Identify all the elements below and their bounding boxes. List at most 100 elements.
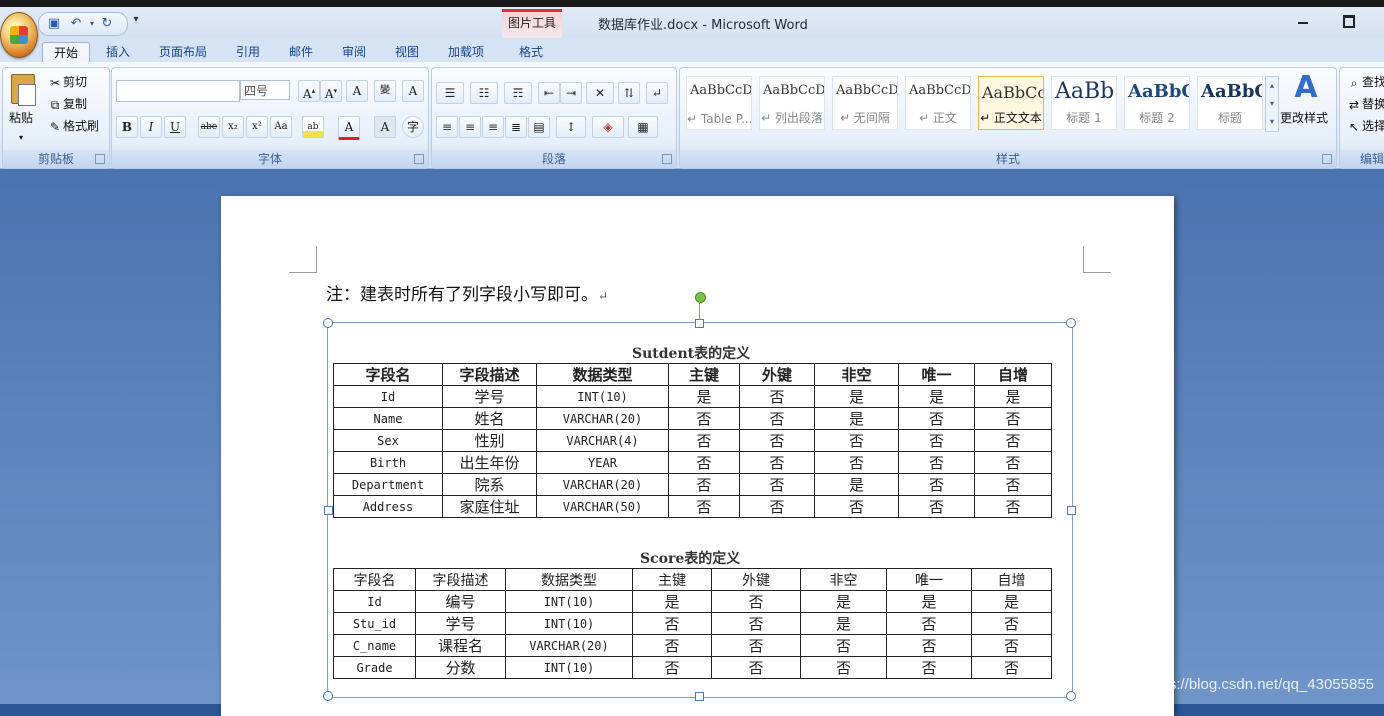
char-border-icon[interactable]: A [402, 80, 424, 102]
underline-icon[interactable]: U [164, 116, 186, 138]
table-cell: Id [333, 590, 416, 613]
numbering-icon[interactable]: ☷ [470, 82, 498, 104]
decrease-indent-icon[interactable]: ⇤ [538, 82, 560, 104]
resize-handle-s[interactable] [695, 692, 704, 701]
paragraph-launcher-icon[interactable] [662, 154, 672, 164]
paste-button[interactable]: 粘贴 [9, 108, 33, 128]
select-button[interactable]: ↖ 选择 [1346, 116, 1384, 136]
subscript-icon[interactable]: x₂ [222, 116, 244, 138]
format-painter-button[interactable]: ✎ 格式刷 [47, 116, 99, 136]
tab-review[interactable]: 审阅 [332, 42, 376, 62]
align-center-icon[interactable]: ≡ [459, 116, 481, 138]
superscript-icon[interactable]: x² [246, 116, 268, 138]
tab-references[interactable]: 引用 [226, 42, 270, 62]
table-header-cell: 主键 [632, 568, 712, 591]
tab-addins[interactable]: 加载项 [440, 42, 492, 62]
customize-qat-button[interactable]: ▾ [131, 14, 141, 30]
rotate-handle[interactable] [695, 292, 706, 303]
italic-icon[interactable]: I [140, 116, 162, 138]
cursor-icon: ↖ [1348, 119, 1360, 134]
undo-dropdown-icon[interactable]: ▾ [84, 16, 100, 32]
tab-view[interactable]: 视图 [385, 42, 429, 62]
table-cell: 出生年份 [442, 451, 537, 474]
style-no-spacing[interactable]: AaBbCcDc ↵ 无间隔 [832, 76, 898, 130]
style-table-paragraph[interactable]: AaBbCcDc ↵ Table P... [686, 76, 752, 130]
show-marks-icon[interactable]: ↵ [646, 82, 668, 104]
table-header-cell: 非空 [814, 363, 899, 386]
style-name: 标题 2 [1139, 111, 1175, 125]
format-painter-label: 格式刷 [63, 119, 100, 133]
strikethrough-icon[interactable]: abe [198, 116, 220, 138]
chinese-layout-icon[interactable]: ✕ [586, 82, 614, 104]
change-styles-button[interactable]: 更改样式 [1280, 108, 1328, 128]
undo-icon[interactable]: ↶ [68, 16, 84, 32]
resize-handle-nw[interactable] [323, 318, 333, 328]
borders-icon[interactable]: ▦ [628, 116, 658, 138]
style-list-paragraph[interactable]: AaBbCcDc ↵ 列出段落 [759, 76, 825, 130]
justify-icon[interactable]: ≣ [505, 116, 527, 138]
tab-page-layout[interactable]: 页面布局 [150, 42, 216, 62]
resize-handle-e[interactable] [1067, 506, 1076, 515]
align-right-icon[interactable]: ≡ [482, 116, 504, 138]
table-cell: 否 [898, 429, 975, 452]
font-color-icon[interactable]: A [338, 116, 360, 140]
sort-icon[interactable]: ⇅ [618, 82, 640, 104]
replace-button[interactable]: ⇄ 替换 [1346, 94, 1384, 114]
save-icon[interactable]: ▣ [46, 16, 62, 32]
score-table-caption: Score表的定义 [640, 551, 741, 567]
shrink-font-icon[interactable]: A▾ [320, 80, 342, 102]
resize-handle-w[interactable] [324, 506, 333, 515]
style-heading-2[interactable]: AaBbC 标题 2 [1124, 76, 1190, 130]
styles-launcher-icon[interactable] [1322, 154, 1332, 164]
resize-handle-sw[interactable] [323, 691, 333, 701]
table-cell: 否 [800, 656, 887, 679]
cut-button[interactable]: ✂ 剪切 [47, 72, 87, 92]
table-cell: 否 [632, 612, 712, 635]
table-header-cell: 数据类型 [505, 568, 633, 591]
maximize-icon[interactable] [1341, 13, 1355, 28]
tab-insert[interactable]: 插入 [96, 42, 140, 62]
char-shading-icon[interactable]: A [374, 116, 396, 138]
paste-icon[interactable] [9, 72, 37, 106]
tab-mailings[interactable]: 邮件 [279, 42, 323, 62]
minimize-icon[interactable] [1296, 13, 1310, 27]
clipboard-launcher-icon[interactable] [95, 154, 105, 164]
font-name-box[interactable] [116, 80, 240, 102]
change-case-icon[interactable]: Aa [270, 116, 292, 138]
resize-handle-ne[interactable] [1066, 318, 1076, 328]
selected-picture[interactable]: Sutdent表的定义 字段名 字段描述 数据类型 主键 外键 非空 唯一 自增 Id 学号 IN… [323, 318, 1076, 701]
grow-font-icon[interactable]: A▴ [298, 80, 320, 102]
styles-scroll[interactable]: ▴ ▾ ▾ [1265, 76, 1279, 132]
enclose-char-icon[interactable]: 字 [402, 116, 424, 138]
style-normal[interactable]: AaBbCcDc ↵ 正文 [905, 76, 971, 130]
shading-icon[interactable]: ◈ [592, 116, 624, 138]
tab-format[interactable]: 格式 [509, 42, 553, 62]
style-body-text[interactable]: AaBbCc ↵ 正文文本 [978, 76, 1044, 130]
change-styles-icon[interactable]: A [1292, 72, 1320, 104]
paste-dropdown-icon[interactable]: ▾ [19, 128, 23, 148]
line-spacing-icon[interactable]: ↕ [556, 116, 586, 138]
clear-format-icon[interactable]: A [346, 80, 368, 102]
phonetic-guide-icon[interactable]: 變 [374, 80, 396, 102]
table-cell: 否 [814, 495, 899, 518]
redo-icon[interactable]: ↻ [99, 16, 115, 32]
style-title[interactable]: AaBbC 标题 [1197, 76, 1263, 130]
bold-icon[interactable]: B [116, 116, 138, 138]
font-launcher-icon[interactable] [414, 154, 424, 164]
resize-handle-se[interactable] [1066, 691, 1076, 701]
resize-handle-n[interactable] [695, 319, 704, 328]
window-title: 数据库作业.docx - Microsoft Word [598, 18, 808, 33]
tab-home[interactable]: 开始 [42, 42, 90, 63]
office-button[interactable] [0, 12, 38, 58]
note-paragraph[interactable]: 注：建表时所有了列字段小写即可。↵ [326, 280, 608, 305]
find-button[interactable]: ⌕ 查找 [1346, 72, 1384, 92]
multilevel-list-icon[interactable]: ☶ [504, 82, 532, 104]
copy-button[interactable]: ⧉ 复制 [47, 94, 87, 114]
font-size-box[interactable]: 四号 [240, 80, 290, 100]
distributed-icon[interactable]: ▤ [528, 116, 550, 138]
increase-indent-icon[interactable]: ⇥ [560, 82, 582, 104]
bullets-icon[interactable]: ☰ [436, 82, 464, 104]
highlight-icon[interactable]: ab [302, 116, 324, 138]
align-left-icon[interactable]: ≡ [436, 116, 458, 138]
style-heading-1[interactable]: AaBb 标题 1 [1051, 76, 1117, 130]
